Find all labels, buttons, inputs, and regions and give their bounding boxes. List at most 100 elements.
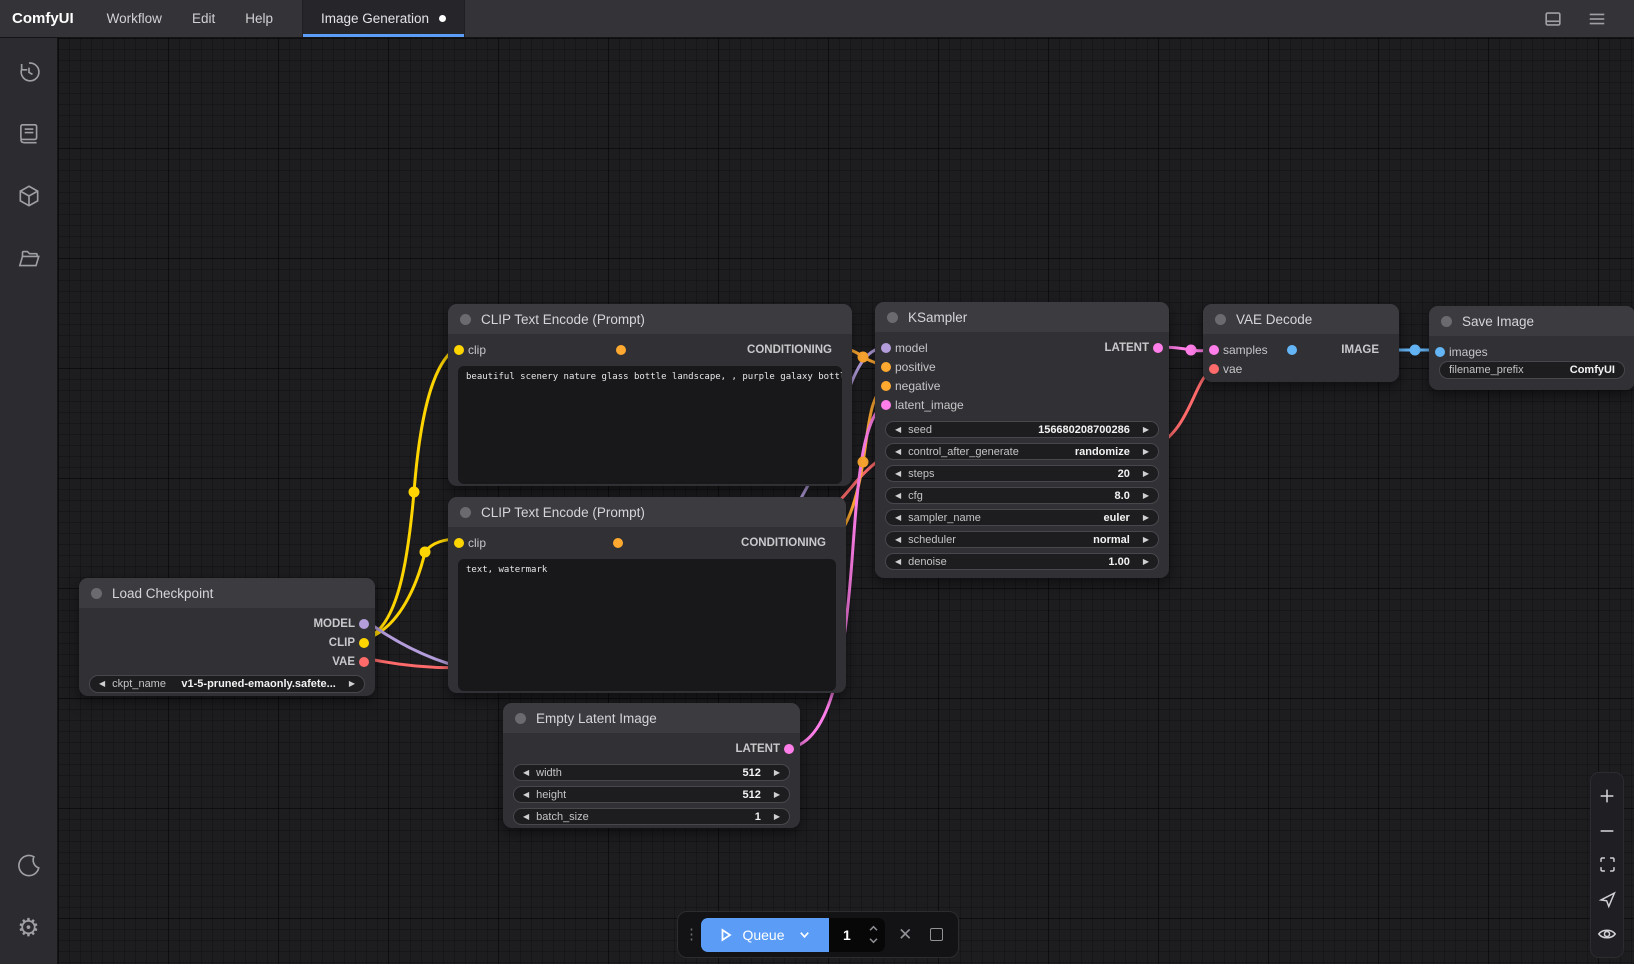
output-slot-latent[interactable]: LATENT [993,338,1169,357]
collapse-dot[interactable] [460,314,471,325]
prev-arrow-icon[interactable]: ◀ [895,470,901,478]
collapse-dot[interactable] [515,713,526,724]
prev-arrow-icon[interactable]: ◀ [895,514,901,522]
node-vae-decode[interactable]: VAE Decode samples IMAGE vae [1203,304,1399,382]
negative-prompt-textarea[interactable]: text, watermark [458,559,836,691]
node-header[interactable]: VAE Decode [1203,304,1399,334]
widget-scheduler[interactable]: ◀ scheduler normal ▶ [885,531,1159,548]
fit-view-button[interactable] [1596,854,1618,876]
next-arrow-icon[interactable]: ▶ [1143,492,1149,500]
sidebar-item-workflows[interactable] [9,114,49,154]
next-arrow-icon[interactable]: ▶ [774,813,780,821]
clip-port[interactable] [454,538,464,548]
tab-image-generation[interactable]: Image Generation [303,0,465,37]
prev-arrow-icon[interactable]: ◀ [523,769,529,777]
select-mode-button[interactable] [1596,888,1618,910]
sidebar-item-models[interactable] [9,176,49,216]
image-port[interactable] [1435,347,1445,357]
prev-arrow-icon[interactable]: ◀ [895,536,901,544]
node-empty-latent-image[interactable]: Empty Latent Image LATENT ◀ width 512 ▶ … [503,703,800,828]
collapse-dot[interactable] [1441,316,1452,327]
widget-control-after-generate[interactable]: ◀ control_after_generate randomize ▶ [885,443,1159,460]
hamburger-menu-icon[interactable] [1586,8,1608,30]
next-arrow-icon[interactable]: ▶ [1143,536,1149,544]
latent-port[interactable] [1209,345,1219,355]
model-port[interactable] [881,343,891,353]
model-port[interactable] [359,619,369,629]
output-slot-image[interactable]: IMAGE [1281,340,1399,359]
input-slot-vae[interactable]: vae [1203,359,1399,378]
vae-port[interactable] [359,657,369,667]
collapse-dot[interactable] [1215,314,1226,325]
next-arrow-icon[interactable]: ▶ [1143,426,1149,434]
next-arrow-icon[interactable]: ▶ [1143,470,1149,478]
prev-arrow-icon[interactable]: ◀ [895,448,901,456]
next-arrow-icon[interactable]: ▶ [774,769,780,777]
stop-button[interactable] [926,923,949,947]
node-load-checkpoint[interactable]: Load Checkpoint MODEL CLIP VAE ◀ ckpt_na… [79,578,375,696]
output-slot-vae[interactable]: VAE [79,652,375,671]
output-slot-clip[interactable]: CLIP [79,633,375,652]
batch-count-value[interactable]: 1 [843,927,868,943]
sidebar-item-browse[interactable] [9,238,49,278]
node-ksampler[interactable]: KSampler model positive negative latent_… [875,302,1169,578]
clip-port[interactable] [359,638,369,648]
sidebar-item-settings[interactable]: ⚙ [9,908,49,948]
latent-port[interactable] [881,400,891,410]
prev-arrow-icon[interactable]: ◀ [895,426,901,434]
input-slot-samples[interactable]: samples IMAGE [1203,340,1399,359]
widget-cfg[interactable]: ◀ cfg 8.0 ▶ [885,487,1159,504]
widget-height[interactable]: ◀ height 512 ▶ [513,786,790,803]
prev-arrow-icon[interactable]: ◀ [895,558,901,566]
sidebar-item-history[interactable] [9,52,49,92]
latent-port[interactable] [784,744,794,754]
next-arrow-icon[interactable]: ▶ [1143,514,1149,522]
collapse-dot[interactable] [91,588,102,599]
widget-filename-prefix[interactable]: filename_prefix ComfyUI [1439,361,1625,379]
collapse-dot[interactable] [460,507,471,518]
input-slot-images[interactable]: images [1429,342,1634,361]
step-down-icon[interactable] [868,937,879,944]
node-header[interactable]: CLIP Text Encode (Prompt) [448,304,852,334]
output-slot-conditioning[interactable]: CONDITIONING [607,533,846,552]
conditioning-port[interactable] [613,538,623,548]
node-save-image[interactable]: Save Image images filename_prefix ComfyU… [1429,306,1634,390]
node-header[interactable]: Load Checkpoint [79,578,375,608]
prev-arrow-icon[interactable]: ◀ [895,492,901,500]
prev-arrow-icon[interactable]: ◀ [523,813,529,821]
menu-edit[interactable]: Edit [177,0,230,37]
zoom-out-button[interactable] [1596,820,1618,842]
collapse-dot[interactable] [887,312,898,323]
prev-arrow-icon[interactable]: ◀ [523,791,529,799]
widget-steps[interactable]: ◀ steps 20 ▶ [885,465,1159,482]
widget-batch-size[interactable]: ◀ batch_size 1 ▶ [513,808,790,825]
next-arrow-icon[interactable]: ▶ [1143,558,1149,566]
batch-count-box[interactable]: 1 [829,918,885,952]
menu-workflow[interactable]: Workflow [92,0,177,37]
graph-canvas[interactable] [58,38,1634,964]
next-arrow-icon[interactable]: ▶ [774,791,780,799]
output-slot-latent[interactable]: LATENT [503,739,800,758]
cancel-button[interactable]: ✕ [894,923,917,947]
node-header[interactable]: Empty Latent Image [503,703,800,733]
vae-port[interactable] [1209,364,1219,374]
input-slot-negative[interactable]: negative [875,376,1169,395]
conditioning-port[interactable] [616,345,626,355]
node-clip-text-encode-negative[interactable]: CLIP Text Encode (Prompt) clip CONDITION… [448,497,846,693]
input-slot-latent-image[interactable]: latent_image [875,395,1169,414]
node-header[interactable]: Save Image [1429,306,1634,336]
node-header[interactable]: CLIP Text Encode (Prompt) [448,497,846,527]
prev-arrow-icon[interactable]: ◀ [99,680,105,688]
input-slot-clip[interactable]: clip CONDITIONING [448,340,852,359]
bottom-panel-icon[interactable] [1542,8,1564,30]
input-slot-clip[interactable]: clip CONDITIONING [448,533,846,552]
step-up-icon[interactable] [868,925,879,932]
next-arrow-icon[interactable]: ▶ [1143,448,1149,456]
conditioning-port[interactable] [881,362,891,372]
menu-help[interactable]: Help [230,0,288,37]
widget-denoise[interactable]: ◀ denoise 1.00 ▶ [885,553,1159,570]
sidebar-item-theme[interactable] [9,846,49,886]
toggle-link-visibility-button[interactable] [1596,923,1618,945]
node-header[interactable]: KSampler [875,302,1169,332]
widget-ckpt-name[interactable]: ◀ ckpt_name v1-5-pruned-emaonly.safete..… [89,675,365,693]
